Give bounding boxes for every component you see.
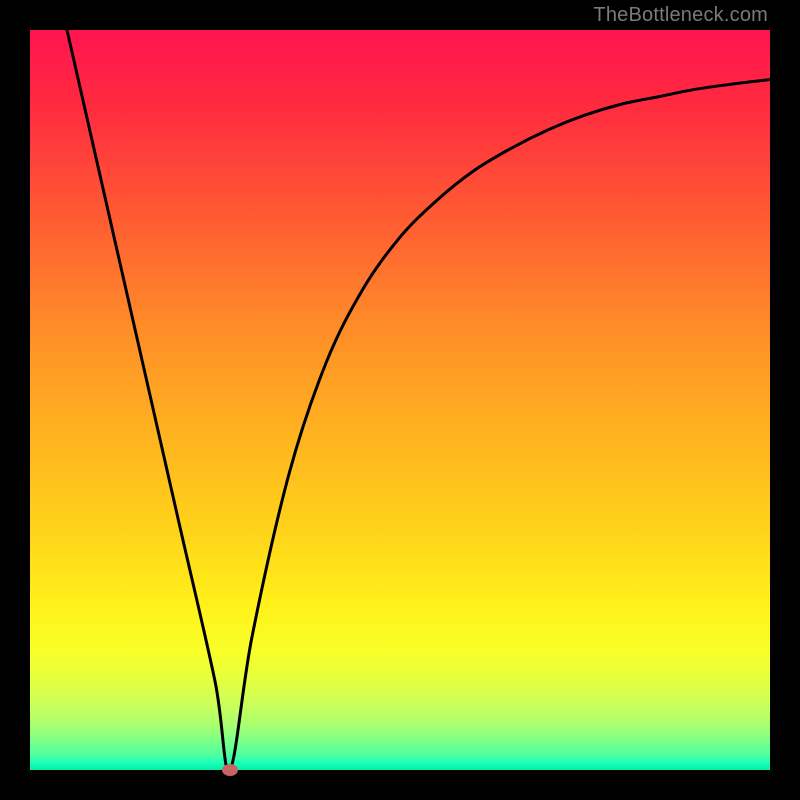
chart-frame: TheBottleneck.com bbox=[0, 0, 800, 800]
plot-area bbox=[30, 30, 770, 770]
optimal-point-marker bbox=[222, 764, 238, 776]
watermark-text: TheBottleneck.com bbox=[593, 4, 768, 27]
bottleneck-curve bbox=[67, 30, 770, 771]
curve-svg bbox=[30, 30, 770, 770]
